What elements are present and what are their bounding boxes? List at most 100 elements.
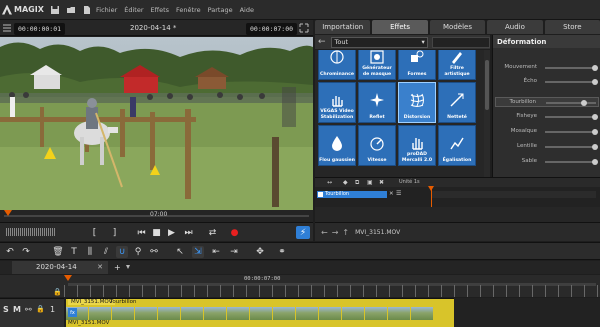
magnet-icon[interactable]: ∪ xyxy=(116,246,128,258)
tab-importation[interactable]: Importation xyxy=(315,20,371,34)
marker-icon[interactable]: ✥ xyxy=(254,246,266,258)
keyframe-add-icon[interactable]: ◆ xyxy=(343,179,348,186)
preset-fisheye[interactable]: Fisheye xyxy=(495,112,599,122)
preset-slider-track[interactable] xyxy=(545,81,595,83)
effect-tile-prodad-mercalli[interactable]: proDAD Mercalli 2.0 xyxy=(398,125,436,166)
keyframe-lane[interactable] xyxy=(431,191,596,198)
timeline-tab[interactable]: 2020-04-14 ✕ xyxy=(12,261,108,274)
back-arrow-icon[interactable]: ← xyxy=(318,37,326,47)
preview-scrubber[interactable]: 07:00 xyxy=(0,210,313,222)
delete-icon[interactable]: 🗑 xyxy=(52,246,64,258)
menu-fenetre[interactable]: Fenêtre xyxy=(176,6,201,14)
unlink-icon[interactable]: ⚯ xyxy=(148,246,160,258)
trim-icon[interactable]: ⫽ xyxy=(100,246,112,258)
track-lock-icon[interactable]: 🔒 xyxy=(36,305,45,313)
record-icon[interactable]: ● xyxy=(228,226,241,239)
nav-up-icon[interactable]: ↑ xyxy=(342,228,349,237)
preset-slider-knob[interactable] xyxy=(592,129,598,135)
next-marker-icon[interactable]: ⏭ xyxy=(182,226,195,239)
timeline-ruler[interactable]: 00:00:07:00 xyxy=(64,275,600,297)
keyframe-delete-icon[interactable]: ✖ xyxy=(379,179,384,186)
tab-modeles[interactable]: Modèles xyxy=(429,20,486,34)
track-options-icon[interactable]: ☰ xyxy=(396,190,401,197)
zoom-icon[interactable]: ⚭ xyxy=(276,246,288,258)
keyframe-copy-icon[interactable]: ⧉ xyxy=(355,179,359,187)
preset-slider-knob[interactable] xyxy=(592,159,598,165)
keyframe-playhead[interactable] xyxy=(428,186,434,207)
undo-icon[interactable]: ↶ xyxy=(4,246,16,258)
preset-slider-track[interactable] xyxy=(545,161,595,163)
tab-store[interactable]: Store xyxy=(544,20,600,34)
global-lock-icon[interactable]: 🔒 xyxy=(53,288,62,296)
menu-effets[interactable]: Effets xyxy=(151,6,170,14)
preview-menu-icon[interactable] xyxy=(2,23,12,33)
effect-tile-vitesse[interactable]: Vitesse xyxy=(358,125,396,166)
scrubber-playhead[interactable] xyxy=(4,210,12,216)
effect-tile-nettete[interactable]: Netteté xyxy=(438,82,476,123)
add-tab-icon[interactable]: + xyxy=(114,263,121,272)
mouse-mode-stretch-icon[interactable]: ⇥ xyxy=(228,246,240,258)
category-select[interactable]: Tout ▾ xyxy=(330,36,428,48)
preset-tourbillon[interactable]: Tourbillon xyxy=(495,97,599,107)
mouse-mode-trim-icon[interactable]: ⇤ xyxy=(210,246,222,258)
effect-tile-egalisation[interactable]: Égalisation xyxy=(438,125,476,166)
stop-icon[interactable]: ■ xyxy=(150,226,163,239)
tab-effets[interactable]: Effets xyxy=(372,20,428,34)
keyframe-prev-next-icon[interactable]: ↔ xyxy=(327,179,332,186)
preset-mosaique[interactable]: Mosaïque xyxy=(495,127,599,137)
preset-slider-knob[interactable] xyxy=(592,144,598,150)
menu-editer[interactable]: Éditer xyxy=(124,6,143,14)
nav-forward-icon[interactable]: → xyxy=(332,228,339,237)
preset-slider-track[interactable] xyxy=(545,131,595,133)
keyframe-track-checkbox[interactable] xyxy=(318,192,323,197)
preset-sable[interactable]: Sable xyxy=(495,157,599,167)
preset-slider-knob[interactable] xyxy=(592,114,598,120)
link-icon[interactable]: ⚲ xyxy=(132,246,144,258)
mouse-mode-multi-icon[interactable]: ⇲ xyxy=(192,246,204,258)
menu-partage[interactable]: Partage xyxy=(208,6,233,14)
previous-marker-icon[interactable]: ⏮ xyxy=(135,226,148,239)
effect-tile-flou-gaussien[interactable]: Flou gaussien xyxy=(318,125,356,166)
preset-lentille[interactable]: Lentille xyxy=(495,142,599,152)
preset-slider-track[interactable] xyxy=(545,146,595,148)
lightning-icon[interactable]: ⚡ xyxy=(296,226,310,239)
mute-button[interactable]: M xyxy=(13,305,21,314)
effects-grid-scrollbar[interactable] xyxy=(484,50,490,177)
effects-search-field[interactable] xyxy=(431,36,490,48)
folder-icon[interactable] xyxy=(64,3,78,17)
effect-tile-reflet[interactable]: Reflet xyxy=(358,82,396,123)
scrollbar-thumb[interactable] xyxy=(485,60,489,110)
effect-tile-distorsion[interactable]: Distorsion xyxy=(398,82,436,123)
save-icon[interactable] xyxy=(48,3,62,17)
effect-tile-art-filter[interactable]: Filtre artistique xyxy=(438,50,476,80)
cut-split-icon[interactable]: ⫼ xyxy=(84,246,96,258)
timecode-current[interactable]: 00:00:00:01 xyxy=(14,23,66,35)
keyframe-track-tourbillon[interactable]: Tourbillon xyxy=(317,191,387,198)
preset-slider-track[interactable] xyxy=(545,67,595,69)
preset-slider-knob[interactable] xyxy=(592,79,598,85)
fullscreen-icon[interactable] xyxy=(299,23,309,33)
video-preview[interactable] xyxy=(0,37,313,210)
text-icon[interactable]: T xyxy=(68,246,80,258)
effect-tile-chrominance[interactable]: Chrominance xyxy=(318,50,356,80)
effect-tile-shapes[interactable]: Formes xyxy=(398,50,436,80)
effect-tile-mask-generator[interactable]: Générateur de masque xyxy=(358,50,396,80)
menu-fichier[interactable]: Fichier xyxy=(96,6,117,14)
tab-audio[interactable]: Audio xyxy=(487,20,543,34)
timeline-playhead[interactable] xyxy=(64,275,72,281)
preset-slider-knob[interactable] xyxy=(592,65,598,71)
loop-icon[interactable]: ⇄ xyxy=(206,226,219,239)
play-icon[interactable]: ▶ xyxy=(165,226,178,239)
redo-icon[interactable]: ↷ xyxy=(20,246,32,258)
timecode-duration[interactable]: 00:00:07:00 xyxy=(246,23,298,35)
menu-aide[interactable]: Aide xyxy=(240,6,254,14)
remove-track-icon[interactable]: ✕ xyxy=(389,191,394,197)
mouse-mode-icon[interactable]: ↖ xyxy=(174,246,186,258)
preset-slider-track[interactable] xyxy=(546,102,596,104)
track-visibility-icon[interactable]: ⚯ xyxy=(25,305,32,314)
close-tab-icon[interactable]: ✕ xyxy=(97,263,103,271)
tab-menu-chevron-icon[interactable] xyxy=(126,265,130,269)
preset-slider-track[interactable] xyxy=(545,116,595,118)
preset-echo[interactable]: Écho xyxy=(495,77,599,87)
document-icon[interactable] xyxy=(80,3,94,17)
